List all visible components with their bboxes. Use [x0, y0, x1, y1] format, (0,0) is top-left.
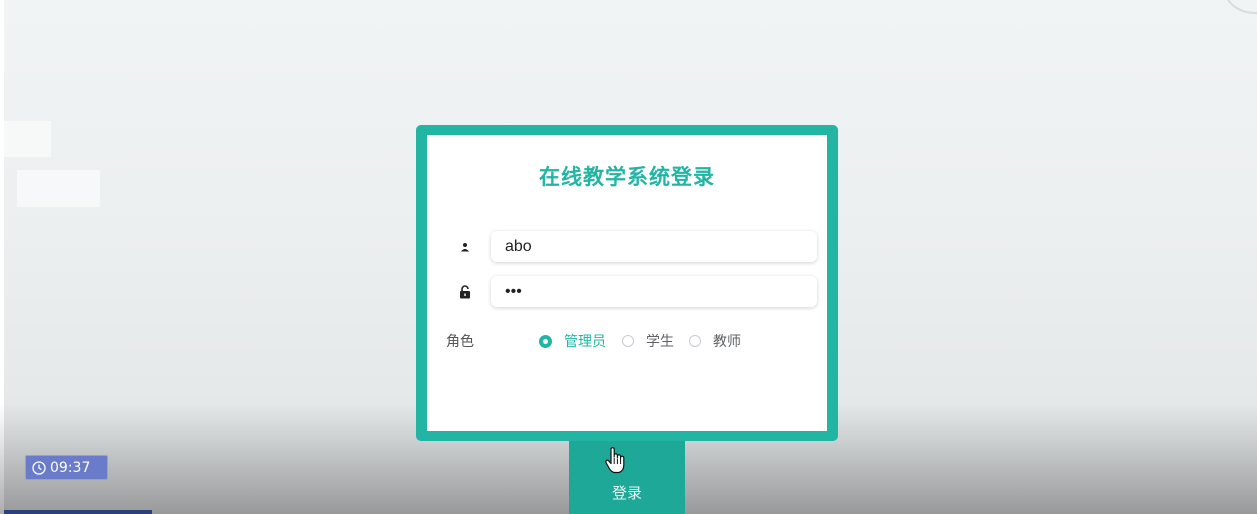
radio-dot[interactable]: [539, 334, 552, 348]
login-button[interactable]: 登录: [569, 441, 685, 514]
radio-dot[interactable]: [689, 335, 701, 347]
timer-text: 09:37: [50, 459, 91, 476]
username-input[interactable]: [491, 231, 817, 262]
role-label: 角色: [446, 334, 474, 350]
timer-badge: 09:37: [25, 455, 108, 480]
password-row: [457, 276, 817, 308]
background-panel: [4, 121, 51, 157]
login-title: 在线教学系统登录: [539, 165, 715, 189]
login-button-label: 登录: [611, 484, 642, 502]
login-form: 在线教学系统登录 abo 角色 管理员 学生 教师: [427, 135, 827, 431]
user-icon: [457, 239, 473, 255]
password-input[interactable]: [491, 276, 817, 307]
page: 09:37 在线教学系统登录 abo 角色 管理员 学生 教师 登录: [0, 0, 1257, 514]
background-panel: [17, 170, 100, 207]
background-decoration: [1223, 0, 1257, 14]
hand-cursor-icon: [605, 447, 625, 474]
role-option-label: 学生: [646, 334, 674, 350]
radio-dot[interactable]: [622, 335, 634, 347]
role-radio-teacher[interactable]: 教师: [689, 331, 741, 351]
lock-icon: [457, 284, 473, 300]
role-radio-admin[interactable]: 管理员: [539, 331, 606, 351]
username-row: [457, 231, 817, 263]
role-radio-student[interactable]: 学生: [622, 331, 674, 351]
role-option-label: 管理员: [564, 334, 606, 350]
role-option-label: 教师: [713, 334, 741, 350]
bottom-strip: [4, 510, 152, 514]
login-dialog: 在线教学系统登录 abo 角色 管理员 学生 教师: [416, 125, 838, 441]
clock-icon: [32, 460, 46, 475]
